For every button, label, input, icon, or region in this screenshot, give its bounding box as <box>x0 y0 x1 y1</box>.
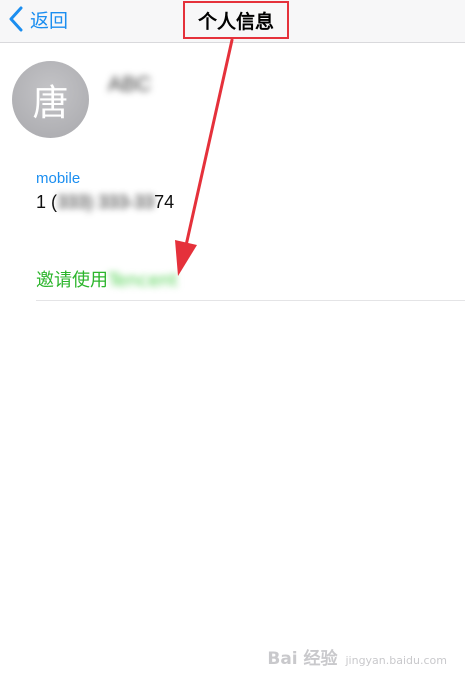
back-label: 返回 <box>30 9 69 32</box>
phone-field-label: mobile <box>36 170 81 187</box>
invite-button[interactable]: 邀请使用Tencent <box>36 266 178 292</box>
watermark-brand: Bai 经验 <box>267 649 338 669</box>
back-button[interactable]: 返回 <box>8 6 68 32</box>
chevron-left-icon <box>9 6 23 32</box>
phone-number[interactable]: 1 (333) 333-3374 <box>36 192 174 213</box>
invite-app-name: Tencent <box>108 270 178 291</box>
navigation-bar: 返回 个人信息 <box>0 0 465 43</box>
phone-prefix: 1 ( <box>36 192 58 212</box>
watermark-site: jingyan.baidu.com <box>345 654 447 667</box>
divider <box>36 300 465 301</box>
page-title: 个人信息 <box>183 1 289 39</box>
avatar: 唐 <box>12 61 89 138</box>
phone-masked: 333) 333-33 <box>57 192 155 212</box>
contact-name: ABC <box>108 73 152 96</box>
baidu-watermark: Bai 经验 jingyan.baidu.com <box>267 644 447 669</box>
invite-label: 邀请使用 <box>36 270 108 291</box>
phone-suffix: 74 <box>154 192 175 212</box>
